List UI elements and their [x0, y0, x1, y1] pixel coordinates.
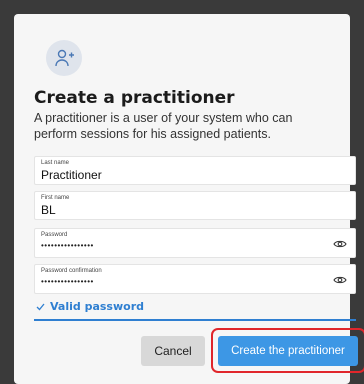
password-field[interactable]: Password ••••••••••••••••	[34, 228, 356, 258]
add-user-avatar	[46, 40, 82, 76]
last-name-label: Last name	[41, 160, 70, 166]
password-confirmation-value: ••••••••••••••••	[41, 277, 94, 286]
last-name-value: Practitioner	[41, 168, 102, 182]
first-name-value: BL	[41, 203, 56, 217]
password-validation: Valid password	[36, 300, 144, 313]
password-confirmation-field[interactable]: Password confirmation ••••••••••••••••	[34, 264, 356, 294]
dialog-title: Create a practitioner	[34, 88, 235, 108]
validation-underline	[34, 319, 356, 321]
first-name-label: First name	[41, 195, 70, 201]
password-confirmation-label: Password confirmation	[41, 268, 102, 274]
check-icon	[36, 303, 45, 310]
cancel-button[interactable]: Cancel	[141, 336, 205, 366]
first-name-field[interactable]: First name BL	[34, 191, 356, 220]
add-user-icon	[55, 49, 74, 67]
validation-text: Valid password	[50, 300, 144, 313]
eye-icon[interactable]	[333, 239, 347, 249]
create-practitioner-dialog: Create a practitioner A practitioner is …	[14, 14, 364, 384]
last-name-field[interactable]: Last name Practitioner	[34, 156, 356, 185]
password-label: Password	[41, 232, 68, 238]
eye-icon[interactable]	[333, 275, 347, 285]
password-value: ••••••••••••••••	[41, 241, 94, 250]
create-practitioner-button[interactable]: Create the practitioner	[218, 336, 358, 366]
dialog-description: A practitioner is a user of your system …	[34, 111, 293, 141]
